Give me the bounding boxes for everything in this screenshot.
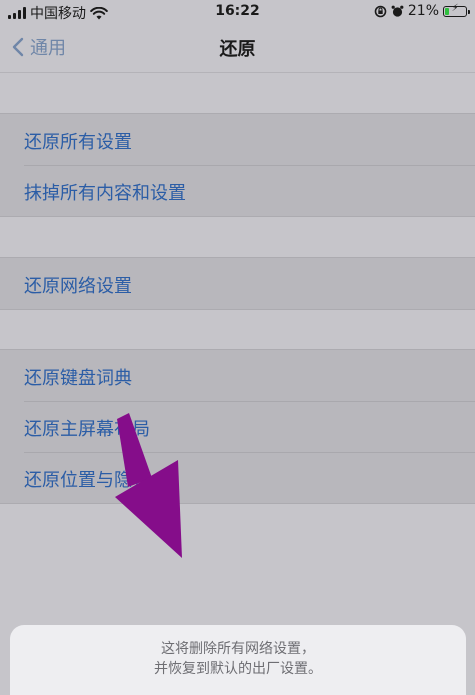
annotation-arrow-icon (115, 413, 182, 558)
sheet-message: 这将删除所有网络设置， 并恢复到默认的出厂设置。 (10, 625, 466, 679)
sheet-message-line-1: 这将删除所有网络设置， (161, 641, 315, 657)
sheet-message-line-2: 并恢复到默认的出厂设置。 (154, 661, 322, 677)
action-sheet: 这将删除所有网络设置， 并恢复到默认的出厂设置。 (10, 625, 466, 695)
